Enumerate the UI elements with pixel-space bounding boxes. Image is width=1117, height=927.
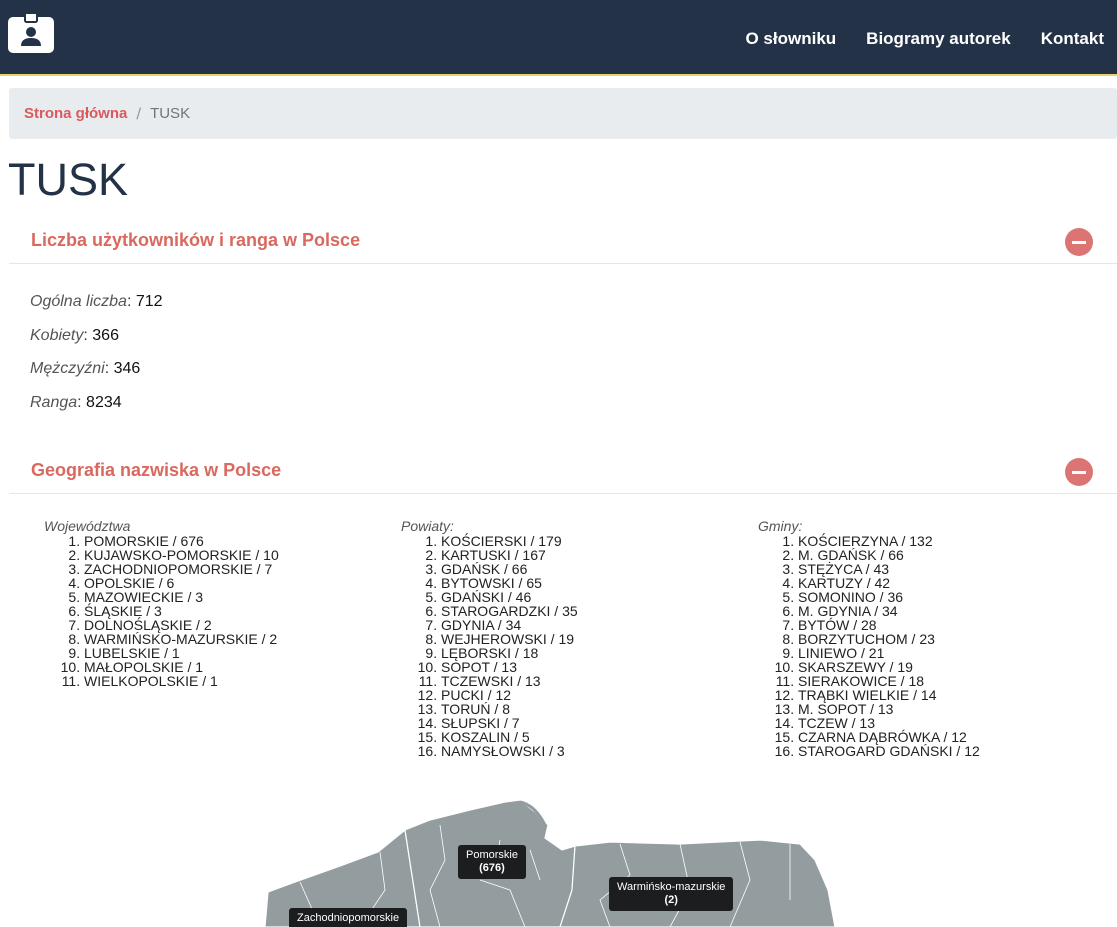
list-item: LINIEWO / 21 xyxy=(798,646,980,660)
communes-column: Gminy: KOŚCIERZYNA / 132M. GDAŃSK / 66ST… xyxy=(758,518,980,758)
stat-women: Kobiety: 366 xyxy=(30,326,119,344)
top-navbar: O słowniku Biogramy autorek Kontakt xyxy=(0,0,1117,76)
list-item: SIERAKOWICE / 18 xyxy=(798,674,980,688)
list-item: KOŚCIERZYNA / 132 xyxy=(798,534,980,548)
poland-map-svg xyxy=(264,799,836,927)
breadcrumb-separator: / xyxy=(136,105,142,122)
communes-list: KOŚCIERZYNA / 132M. GDAŃSK / 66STĘŻYCA /… xyxy=(758,534,980,758)
voivodeships-label: Województwa xyxy=(44,518,131,534)
list-item: DOLNOŚLĄSKIE / 2 xyxy=(84,618,279,632)
users-section-header: Liczba użytkowników i ranga w Polsce xyxy=(9,218,1117,264)
list-item: M. GDYNIA / 34 xyxy=(798,604,980,618)
list-item: M. SOPOT / 13 xyxy=(798,702,980,716)
stat-women-label: Kobiety xyxy=(30,326,84,344)
list-item: OPOLSKIE / 6 xyxy=(84,576,279,590)
list-item: LUBELSKIE / 1 xyxy=(84,646,279,660)
list-item: KARTUZY / 42 xyxy=(798,576,980,590)
list-item: TCZEWSKI / 13 xyxy=(441,674,578,688)
map-label-warminsko-mazurskie[interactable]: Warmińsko-mazurskie (2) xyxy=(609,877,734,911)
list-item: MAZOWIECKIE / 3 xyxy=(84,590,279,604)
voivodeships-list: POMORSKIE / 676KUJAWSKO-POMORSKIE / 10ZA… xyxy=(44,534,279,688)
users-stats: Ogólna liczba: 712 Kobiety: 366 Mężczyźn… xyxy=(30,291,163,425)
list-item: MAŁOPOLSKIE / 1 xyxy=(84,660,279,674)
communes-label: Gminy: xyxy=(758,518,803,534)
list-item: SKARSZEWY / 19 xyxy=(798,660,980,674)
list-item: BYTOWSKI / 65 xyxy=(441,576,578,590)
geo-section-title[interactable]: Geografia nazwiska w Polsce xyxy=(31,460,281,481)
geo-section-header: Geografia nazwiska w Polsce xyxy=(9,448,1117,494)
poland-map: Pomorskie (676) Warmińsko-mazurskie (2) … xyxy=(0,780,1117,927)
list-item: SŁUPSKI / 7 xyxy=(441,716,578,730)
voivodeships-column: Województwa POMORSKIE / 676KUJAWSKO-POMO… xyxy=(44,518,279,688)
counties-list: KOŚCIERSKI / 179KARTUSKI / 167GDAŃSK / 6… xyxy=(401,534,578,758)
list-item: BORZYTUCHOM / 23 xyxy=(798,632,980,646)
stat-total-value: 712 xyxy=(135,293,163,310)
map-label-zachodniopomorskie-name: Zachodniopomorskie xyxy=(297,912,400,924)
list-item: KOŚCIERSKI / 179 xyxy=(441,534,578,548)
list-item: SOPOT / 13 xyxy=(441,660,578,674)
stat-men-label: Mężczyźni xyxy=(30,360,105,377)
collapse-users-button[interactable] xyxy=(1065,228,1093,256)
nav-link-about[interactable]: O słowniku xyxy=(745,29,836,49)
map-label-pomorskie[interactable]: Pomorskie (676) xyxy=(458,845,526,879)
users-section-title[interactable]: Liczba użytkowników i ranga w Polsce xyxy=(31,230,360,251)
nav-link-contact[interactable]: Kontakt xyxy=(1041,29,1104,49)
list-item: GDYNIA / 34 xyxy=(441,618,578,632)
list-item: TORUŃ / 8 xyxy=(441,702,578,716)
counties-label: Powiaty: xyxy=(401,518,454,534)
id-badge-logo-icon[interactable] xyxy=(8,13,54,53)
list-item: STAROGARDZKI / 35 xyxy=(441,604,578,618)
list-item: PUCKI / 12 xyxy=(441,688,578,702)
list-item: STAROGARD GDAŃSKI / 12 xyxy=(798,744,980,758)
map-label-pomorskie-name: Pomorskie xyxy=(466,849,518,861)
list-item: WARMIŃSKO-MAZURSKIE / 2 xyxy=(84,632,279,646)
collapse-geo-button[interactable] xyxy=(1065,458,1093,486)
breadcrumb-current: TUSK xyxy=(150,105,191,122)
stat-men: Mężczyźni: 346 xyxy=(30,360,141,377)
stat-rank-label: Ranga xyxy=(30,393,78,411)
stat-rank: Ranga: 8234 xyxy=(30,393,122,411)
stat-women-value: 366 xyxy=(92,326,119,344)
list-item: KARTUSKI / 167 xyxy=(441,548,578,562)
stat-men-value: 346 xyxy=(113,360,141,377)
list-item: GDAŃSK / 66 xyxy=(441,562,578,576)
list-item: STĘŻYCA / 43 xyxy=(798,562,980,576)
map-label-warminsko-count: (2) xyxy=(664,894,678,906)
list-item: KUJAWSKO-POMORSKIE / 10 xyxy=(84,548,279,562)
list-item: TRĄBKI WIELKIE / 14 xyxy=(798,688,980,702)
list-item: CZARNA DĄBRÓWKA / 12 xyxy=(798,730,980,744)
list-item: GDAŃSKI / 46 xyxy=(441,590,578,604)
page-title: TUSK xyxy=(8,154,129,205)
list-item: M. GDAŃSK / 66 xyxy=(798,548,980,562)
stat-total-label: Ogólna liczba xyxy=(30,293,127,310)
list-item: TCZEW / 13 xyxy=(798,716,980,730)
breadcrumb-home-link[interactable]: Strona główna xyxy=(24,105,127,122)
nav-menu: O słowniku Biogramy autorek Kontakt xyxy=(745,29,1104,49)
list-item: BYTÓW / 28 xyxy=(798,618,980,632)
list-item: ŚLĄSKIE / 3 xyxy=(84,604,279,618)
stat-total: Ogólna liczba: 712 xyxy=(30,293,163,310)
stat-rank-value: 8234 xyxy=(86,393,122,411)
map-label-warminsko-name: Warmińsko-mazurskie xyxy=(617,881,726,893)
list-item: KOSZALIN / 5 xyxy=(441,730,578,744)
map-label-zachodniopomorskie[interactable]: Zachodniopomorskie xyxy=(289,908,408,927)
list-item: WEJHEROWSKI / 19 xyxy=(441,632,578,646)
list-item: WIELKOPOLSKIE / 1 xyxy=(84,674,279,688)
nav-link-biographies[interactable]: Biogramy autorek xyxy=(866,29,1011,49)
list-item: ZACHODNIOPOMORSKIE / 7 xyxy=(84,562,279,576)
list-item: POMORSKIE / 676 xyxy=(84,534,279,548)
map-label-pomorskie-count: (676) xyxy=(479,862,505,874)
list-item: LĘBORSKI / 18 xyxy=(441,646,578,660)
breadcrumb: Strona główna / TUSK xyxy=(9,88,1117,139)
counties-column: Powiaty: KOŚCIERSKI / 179KARTUSKI / 167G… xyxy=(401,518,578,758)
list-item: SOMONINO / 36 xyxy=(798,590,980,604)
list-item: NAMYSŁOWSKI / 3 xyxy=(441,744,578,758)
